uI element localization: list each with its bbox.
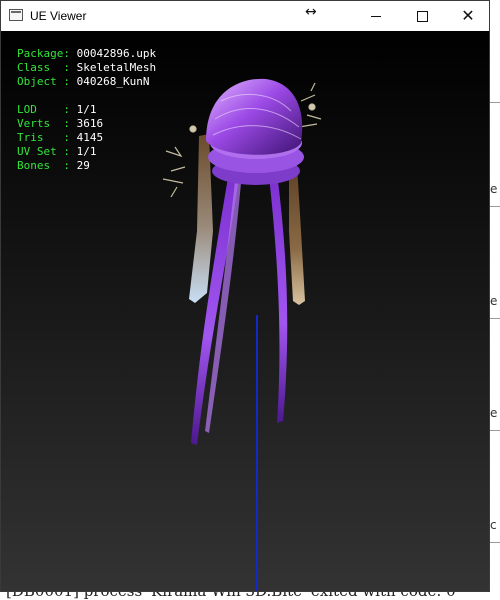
3d-viewport[interactable]: Package: 00042896.upk Class : SkeletalMes… bbox=[1, 31, 489, 591]
console-text-fragment: e bbox=[490, 182, 498, 196]
window-title: UE Viewer bbox=[30, 9, 87, 23]
console-text-fragment: c bbox=[490, 518, 497, 532]
app-window-icon bbox=[9, 9, 23, 21]
maximize-button[interactable] bbox=[399, 1, 445, 31]
console-divider bbox=[490, 102, 500, 103]
close-button[interactable]: ✕ bbox=[445, 1, 491, 31]
console-divider bbox=[490, 542, 500, 543]
console-text-fragment: e bbox=[490, 406, 498, 420]
hair-mesh-model bbox=[162, 78, 322, 445]
minimize-button[interactable] bbox=[353, 1, 399, 31]
console-divider bbox=[490, 430, 500, 431]
minimize-icon bbox=[371, 15, 381, 17]
close-icon: ✕ bbox=[461, 6, 475, 25]
title-bar[interactable]: UE Viewer ↔ ✕ bbox=[1, 1, 489, 31]
console-divider bbox=[490, 206, 500, 207]
console-divider bbox=[490, 318, 500, 319]
console-text-fragment: e bbox=[490, 294, 498, 308]
ue-viewer-window: UE Viewer ↔ ✕ Package: 00042896.upk Class… bbox=[0, 0, 490, 592]
resize-cursor-icon: ↔ bbox=[305, 4, 317, 20]
maximize-icon bbox=[416, 10, 428, 22]
